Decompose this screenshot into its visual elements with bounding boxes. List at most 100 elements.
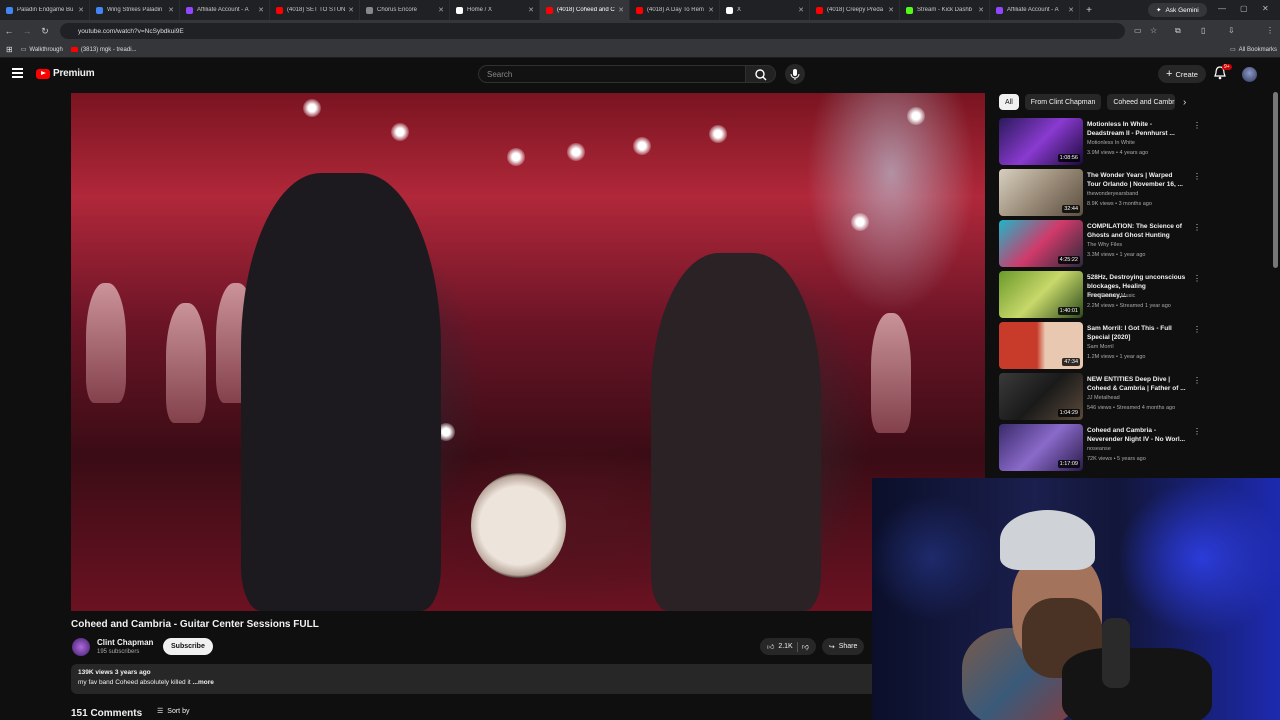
search-input[interactable]: Search [478, 65, 746, 83]
recommended-title[interactable]: COMPILATION: The Science of Ghosts and G… [1087, 222, 1187, 240]
more-options-icon[interactable]: ⋮ [1193, 325, 1201, 334]
tab-close-icon[interactable]: ✕ [618, 6, 624, 14]
recommended-title[interactable]: NEW ENTITIES Deep Dive | Coheed & Cambri… [1087, 375, 1187, 393]
recommended-channel[interactable]: thewonderyearsband [1087, 191, 1138, 197]
page-scrollbar[interactable] [1273, 92, 1278, 268]
browser-tab[interactable]: Stream - Kick Dashb ✕ [900, 0, 990, 20]
recommended-channel[interactable]: The Why Files [1087, 242, 1122, 248]
recommended-title[interactable]: Sam Morril: I Got This - Full Special [2… [1087, 324, 1187, 342]
ask-gemini-button[interactable]: ✦ Ask Gemini [1148, 3, 1207, 17]
description-box[interactable]: 139K views 3 years ago my fav band Cohee… [71, 664, 985, 694]
chevron-right-icon[interactable]: › [1183, 97, 1186, 108]
recommended-video[interactable]: 1:04:29 NEW ENTITIES Deep Dive | Coheed &… [999, 373, 1269, 424]
subscribe-button[interactable]: Subscribe [163, 638, 213, 655]
recommended-title[interactable]: The Wonder Years | Warped Tour Orlando |… [1087, 171, 1187, 189]
cast-icon[interactable]: ▭ [1134, 26, 1142, 35]
tab-close-icon[interactable]: ✕ [258, 6, 264, 14]
browser-tab[interactable]: X ✕ [720, 0, 810, 20]
minimize-icon[interactable]: — [1218, 4, 1226, 13]
video-thumbnail[interactable]: 1:40:01 [999, 271, 1083, 318]
like-button[interactable]: 👍︎ 2.1K [767, 642, 793, 651]
back-icon[interactable]: ← [0, 26, 18, 36]
video-thumbnail[interactable]: 4:25:22 [999, 220, 1083, 267]
video-thumbnail[interactable]: 1:04:29 [999, 373, 1083, 420]
tab-close-icon[interactable]: ✕ [528, 6, 534, 14]
browser-tab[interactable]: Affiliate Account - A ✕ [990, 0, 1080, 20]
youtube-premium-logo[interactable]: Premium [36, 68, 95, 79]
more-options-icon[interactable]: ⋮ [1193, 121, 1201, 130]
recommended-video[interactable]: 1:40:01 528Hz, Destroying unconscious blo… [999, 271, 1269, 322]
tab-close-icon[interactable]: ✕ [168, 6, 174, 14]
browser-tab[interactable]: (4018) A Day To Rem ✕ [630, 0, 720, 20]
more-options-icon[interactable]: ⋮ [1193, 376, 1201, 385]
channel-avatar[interactable] [72, 638, 90, 656]
video-thumbnail[interactable]: 1:17:09 [999, 424, 1083, 471]
close-window-icon[interactable]: ✕ [1262, 4, 1269, 13]
maximize-icon[interactable]: ▢ [1240, 4, 1248, 13]
video-thumbnail[interactable]: 1:08:56 [999, 118, 1083, 165]
sort-by-button[interactable]: ☰ Sort by [157, 707, 189, 716]
video-thumbnail[interactable]: 47:34 [999, 322, 1083, 369]
browser-tab[interactable]: Paladin Endgame Bu ✕ [0, 0, 90, 20]
video-player[interactable] [71, 93, 985, 611]
tab-close-icon[interactable]: ✕ [708, 6, 714, 14]
stage-light [633, 137, 651, 155]
tab-close-icon[interactable]: ✕ [798, 6, 804, 14]
browser-tab[interactable]: Wing Strikes Paladin ✕ [90, 0, 180, 20]
recommended-channel[interactable]: Sam Morril [1087, 344, 1114, 350]
tab-close-icon[interactable]: ✕ [348, 6, 354, 14]
recommended-video[interactable]: 1:17:09 Coheed and Cambria - Neverender N… [999, 424, 1269, 475]
search-button[interactable] [746, 65, 776, 83]
tab-close-icon[interactable]: ✕ [78, 6, 84, 14]
recommended-video[interactable]: 4:25:22 COMPILATION: The Science of Ghost… [999, 220, 1269, 271]
more-link[interactable]: ...more [193, 679, 214, 686]
bookmark-star-icon[interactable]: ☆ [1150, 26, 1157, 35]
browser-tab[interactable]: Home / X ✕ [450, 0, 540, 20]
browser-tab[interactable]: Chorus Encore ✕ [360, 0, 450, 20]
menu-dots-icon[interactable]: ⋮ [1266, 26, 1274, 35]
tab-close-icon[interactable]: ✕ [978, 6, 984, 14]
share-button[interactable]: ↪ Share [821, 638, 865, 655]
recommended-channel[interactable]: JJ Metalhead [1087, 395, 1120, 401]
all-bookmarks[interactable]: ▭ All Bookmarks [1230, 46, 1277, 54]
forward-icon[interactable]: → [18, 26, 36, 36]
video-thumbnail[interactable]: 32:44 [999, 169, 1083, 216]
browser-tab[interactable]: (4018) SET TO STUN ✕ [270, 0, 360, 20]
bookmark-walkthrough[interactable]: ▭ Walkthrough [21, 46, 63, 54]
tab-close-icon[interactable]: ✕ [1068, 6, 1074, 14]
tab-close-icon[interactable]: ✕ [438, 6, 444, 14]
url-field[interactable]: youtube.com/watch?v=NcSybdkui9E [60, 23, 1125, 39]
more-options-icon[interactable]: ⋮ [1193, 274, 1201, 283]
bookmark-mgk[interactable]: (3813) mgk - treadi... [70, 47, 137, 53]
hamburger-menu-icon[interactable] [12, 68, 23, 80]
download-icon[interactable]: ⇩ [1228, 26, 1235, 35]
tab-close-icon[interactable]: ✕ [888, 6, 894, 14]
more-options-icon[interactable]: ⋮ [1193, 223, 1201, 232]
recommended-channel[interactable]: Inner Peaces Music [1087, 293, 1135, 299]
voice-search-button[interactable] [785, 64, 805, 84]
new-tab-icon[interactable]: + [1080, 5, 1098, 16]
apps-grid-icon[interactable]: ⊞ [6, 45, 13, 54]
sidepanel-icon[interactable]: ▯ [1201, 26, 1205, 35]
extensions-icon[interactable]: ⧉ [1175, 26, 1181, 36]
chip-from-channel[interactable]: From Clint Chapman [1024, 94, 1102, 110]
more-options-icon[interactable]: ⋮ [1193, 172, 1201, 181]
recommended-video[interactable]: 32:44 The Wonder Years | Warped Tour Orla… [999, 169, 1269, 220]
channel-name[interactable]: Clint Chapman [97, 638, 153, 647]
recommended-video[interactable]: 47:34 Sam Morril: I Got This - Full Speci… [999, 322, 1269, 373]
browser-tab[interactable]: (4018) Creepy Preda ✕ [810, 0, 900, 20]
more-options-icon[interactable]: ⋮ [1193, 427, 1201, 436]
recommended-channel[interactable]: noseanse [1087, 446, 1111, 452]
recommended-title[interactable]: Motionless In White - Deadstream II - Pe… [1087, 120, 1187, 138]
recommended-channel[interactable]: Motionless In White [1087, 140, 1135, 146]
chip-coheed[interactable]: Coheed and Cambria [1107, 94, 1176, 110]
recommended-video[interactable]: 1:08:56 Motionless In White - Deadstream … [999, 118, 1269, 169]
create-button[interactable]: + Create [1158, 65, 1206, 83]
chip-all[interactable]: All [999, 94, 1019, 110]
browser-tab[interactable]: Affiliate Account - A ✕ [180, 0, 270, 20]
reload-icon[interactable]: ↻ [36, 26, 54, 37]
recommended-title[interactable]: Coheed and Cambria - Neverender Night IV… [1087, 426, 1187, 444]
account-avatar[interactable] [1242, 67, 1257, 82]
browser-tab[interactable]: (4018) Coheed and C ✕ [540, 0, 630, 20]
thumbs-down-icon[interactable]: 👎︎ [802, 642, 809, 651]
